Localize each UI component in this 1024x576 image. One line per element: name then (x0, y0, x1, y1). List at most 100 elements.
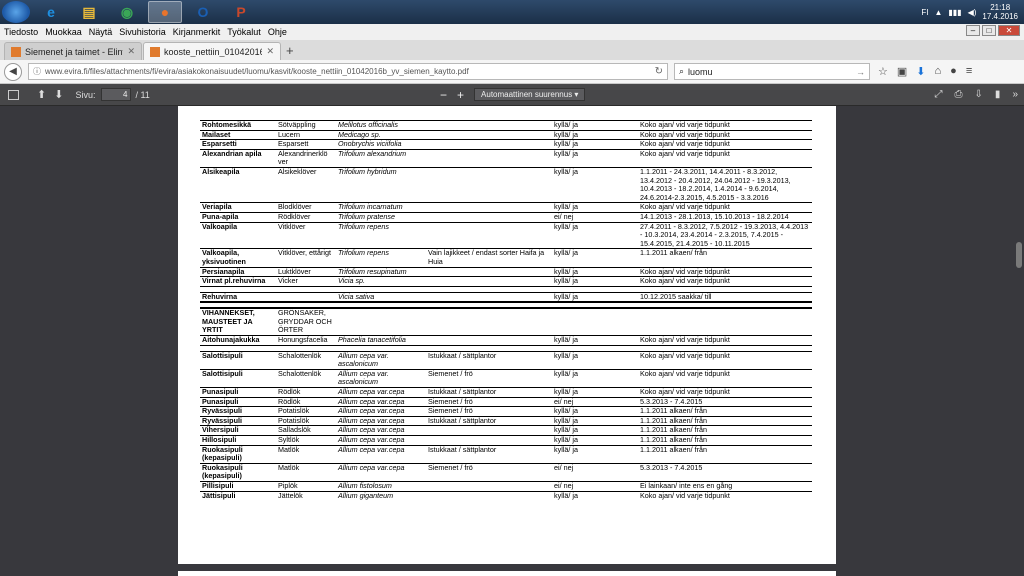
table-cell-c2: Matlök (278, 444, 300, 454)
search-text: luomu (688, 66, 713, 77)
table-cell-c6: Koko ajan/ vid varje tidpunkt (640, 120, 730, 129)
table-cell-c4 (426, 336, 552, 346)
tab-label: kooste_nettiin_01042016b_... (164, 46, 263, 57)
table-cell-c4: Siemenet / frö (428, 406, 473, 416)
start-button[interactable] (2, 1, 30, 23)
table-row: Salottisipuli Schalottenlök Allium cepa va… (200, 351, 812, 369)
table-row: Punasipuli Rödlök Allium cepa var.cepa Istu… (200, 387, 812, 398)
taskbar-app-firefox[interactable]: ● (148, 1, 182, 23)
table-cell-c4 (426, 149, 552, 167)
table-row: Jättisipuli Jättelök Allium giganteum kyllä… (200, 491, 812, 500)
table-row: Rehuvirna Vicia sativa kyllä/ ja 10.12.2015… (200, 292, 812, 302)
search-box[interactable]: ⌕ luomu → (674, 63, 870, 80)
pdf-viewport[interactable]: Rohtomesikkä Sötväppling Melilotus officin… (0, 106, 1024, 576)
bookmark-icon[interactable]: ▮ (995, 89, 1001, 100)
network-icon[interactable]: ▮▮▮ (948, 8, 961, 17)
reload-icon[interactable]: ↻ (655, 66, 663, 77)
taskbar-app-chrome[interactable]: ◉ (110, 1, 144, 23)
table-cell-c2: Schalottenlök (278, 350, 322, 360)
scrollbar[interactable] (1014, 106, 1024, 576)
taskbar-app-outlook[interactable]: O (186, 1, 220, 23)
table-cell-c4: Istukkaat / sättplantor (428, 350, 497, 360)
taskbar-app-ie[interactable]: e (34, 1, 68, 23)
menu-view[interactable]: Näytä (89, 27, 113, 37)
next-page-icon[interactable]: ⬇ (54, 88, 63, 101)
table-cell-c3: Trifolium hybridum (338, 166, 397, 176)
tab-bar: Siemenet ja taimet - Elintar... ✕ kooste… (0, 40, 1024, 60)
downloads-icon[interactable]: ⬇ (916, 65, 925, 78)
table-cell-c1: VIHANNEKSET, MAUSTEET JA YRTIT (202, 308, 255, 335)
table-cell-c5: kyllä/ ja (554, 490, 578, 500)
taskbar-apps: e ▤ ◉ ● O P (30, 1, 258, 23)
clock-time: 21:18 (990, 3, 1011, 12)
save-icon[interactable]: ⇩ (975, 89, 983, 100)
hamburger-menu-icon[interactable]: ≡ (966, 65, 972, 78)
table-cell-c4 (426, 491, 552, 500)
tools-menu-icon[interactable]: » (1012, 89, 1018, 100)
bookmark-star-icon[interactable]: ☆ (878, 65, 888, 78)
chat-icon[interactable]: ● (950, 65, 957, 78)
table-cell-c6: 14.1.2013 - 28.1.2013, 15.10.2013 - 18.2… (640, 211, 789, 221)
table-row: Esparsetti Esparsett Onobrychis viciifolia… (200, 140, 812, 150)
table-cell-c2: Rödlök (278, 387, 301, 397)
table-row: VIHANNEKSET, MAUSTEET JA YRTIT GRÖNSAKER,… (200, 308, 812, 335)
table-cell-c5: kyllä/ ja (554, 276, 578, 286)
sidebar-toggle-icon[interactable] (8, 89, 19, 100)
search-go-icon[interactable]: → (856, 67, 865, 77)
language-indicator[interactable]: FI (921, 8, 928, 17)
table-row: Valkoapila Vitklöver Trifolium repens kyllä… (200, 222, 812, 249)
tab-siemenet[interactable]: Siemenet ja taimet - Elintar... ✕ (4, 42, 142, 60)
table-cell-c4 (426, 308, 552, 335)
maximize-button[interactable]: □ (982, 25, 996, 36)
minimize-button[interactable]: – (966, 25, 980, 36)
url-text: www.evira.fi/files/attachments/fi/evira/… (45, 67, 469, 76)
close-button[interactable]: ✕ (998, 25, 1020, 36)
tab-kooste-pdf[interactable]: kooste_nettiin_01042016b_... ✕ (143, 42, 281, 60)
menu-help[interactable]: Ohje (268, 27, 287, 37)
scrollbar-thumb[interactable] (1016, 242, 1022, 268)
tab-close-icon[interactable]: ✕ (127, 46, 135, 57)
zoom-controls: − + Automaattinen suurennus ▾ (440, 88, 586, 102)
table-cell-c1: Ryvässipuli (202, 406, 242, 416)
tray-arrow-icon[interactable]: ▲ (934, 8, 942, 17)
tab-close-icon[interactable]: ✕ (266, 46, 274, 57)
home-icon[interactable]: ⌂ (935, 65, 942, 78)
taskbar-app-powerpoint[interactable]: P (224, 1, 258, 23)
table-cell-c6: 1.1.2011 - 24.3.2011, 14.4.2011 - 8.3.20… (640, 166, 791, 202)
table-cell-c3: Allium giganteum (338, 490, 394, 500)
table-cell-c1: Jättisipuli (202, 490, 236, 500)
table-cell-c1: Veriapila (202, 202, 232, 212)
table-cell-c5: kyllä/ ja (554, 435, 578, 444)
taskbar-app-explorer[interactable]: ▤ (72, 1, 106, 23)
back-icon[interactable]: ◀ (4, 62, 22, 81)
presentation-mode-icon[interactable]: ⤢ (935, 89, 943, 100)
table-cell-c4: Vain lajikkeet / endast sorter Haifa ja … (428, 248, 545, 266)
menu-tools[interactable]: Työkalut (227, 27, 261, 37)
window-controls: – □ ✕ (966, 25, 1020, 36)
menu-history[interactable]: Sivuhistoria (119, 27, 166, 37)
table-cell-c1: Alexandrian apila (202, 148, 262, 158)
site-info-icon[interactable]: ⓘ (33, 66, 41, 77)
table-cell-c4 (426, 203, 552, 213)
reading-list-icon[interactable]: ▣ (897, 65, 907, 78)
print-icon[interactable]: ⎙ (955, 89, 963, 100)
table-cell-c6: 1.1.2011 alkaen/ från (640, 248, 707, 258)
menu-file[interactable]: Tiedosto (4, 27, 38, 37)
clock[interactable]: 21:18 17.4.2016 (982, 3, 1018, 21)
page-number-input[interactable]: 4 (101, 88, 132, 101)
zoom-in-icon[interactable]: + (457, 88, 464, 102)
table-cell-c2: GRÖNSAKER, GRYDDAR OCH ÖRTER (278, 308, 332, 335)
table-row: Ruokasipuli (kepasipuli) Matlök Allium cep… (200, 463, 812, 481)
previous-page-icon[interactable]: ⬆ (37, 88, 46, 101)
volume-icon[interactable]: ◀) (968, 8, 977, 17)
new-tab-icon[interactable]: + (286, 43, 294, 58)
table-cell-c3: Vicia sp. (338, 276, 366, 286)
url-bar[interactable]: ⓘ www.evira.fi/files/attachments/fi/evir… (28, 63, 668, 80)
zoom-out-icon[interactable]: − (440, 88, 447, 102)
table-cell-c4 (426, 436, 552, 446)
menu-edit[interactable]: Muokkaa (45, 27, 82, 37)
menu-bookmarks[interactable]: Kirjanmerkit (173, 27, 221, 37)
table-cell-c5: ei/ nej (554, 211, 574, 221)
zoom-select[interactable]: Automaattinen suurennus ▾ (474, 88, 586, 101)
table-cell-c2: Vicker (278, 276, 298, 286)
